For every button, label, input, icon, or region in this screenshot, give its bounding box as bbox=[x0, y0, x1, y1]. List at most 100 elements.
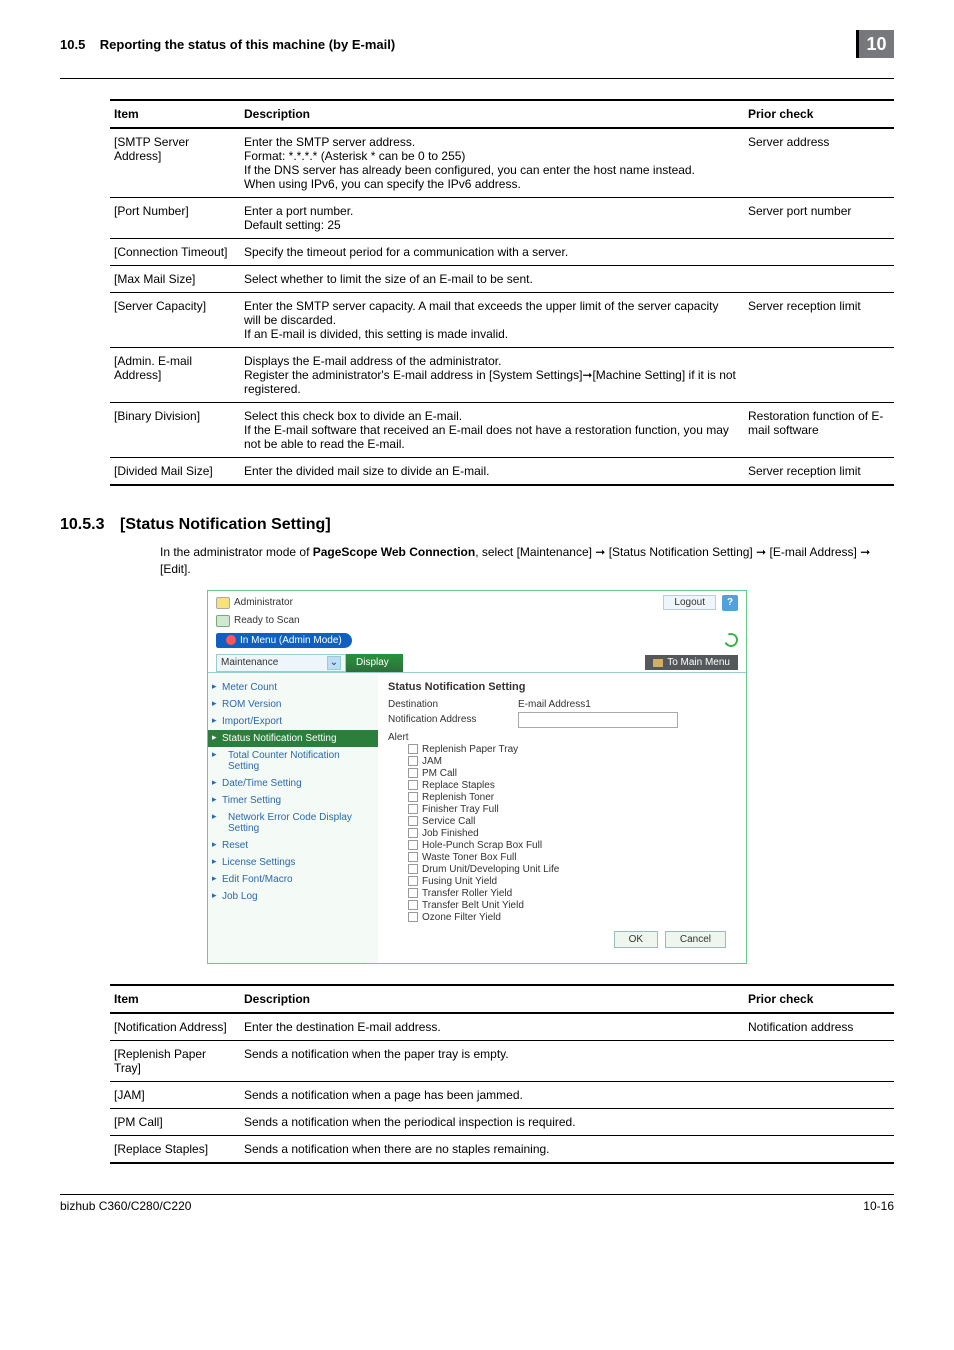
refresh-icon[interactable] bbox=[722, 631, 740, 649]
sidebar-item-import-export[interactable]: Import/Export bbox=[208, 713, 378, 730]
cell-item: [Port Number] bbox=[110, 198, 240, 239]
alert-label-text: Transfer Roller Yield bbox=[422, 888, 512, 899]
cell-desc: Sends a notification when there are no s… bbox=[240, 1135, 744, 1163]
checkbox[interactable] bbox=[408, 876, 418, 886]
checkbox[interactable] bbox=[408, 816, 418, 826]
mode-text: In Menu (Admin Mode) bbox=[240, 635, 342, 646]
checkbox[interactable] bbox=[408, 756, 418, 766]
notification-address-input[interactable] bbox=[518, 712, 678, 728]
alert-row: Replace Staples bbox=[388, 780, 736, 791]
th-desc: Description bbox=[240, 985, 744, 1013]
table-row: [Binary Division]Select this check box t… bbox=[110, 403, 894, 458]
help-icon[interactable]: ? bbox=[722, 595, 738, 611]
checkbox[interactable] bbox=[408, 852, 418, 862]
table-row: [SMTP Server Address]Enter the SMTP serv… bbox=[110, 128, 894, 198]
admin-role: Administrator bbox=[234, 597, 293, 608]
footer-model: bizhub C360/C280/C220 bbox=[60, 1199, 191, 1213]
checkbox[interactable] bbox=[408, 864, 418, 874]
alert-label-text: Finisher Tray Full bbox=[422, 804, 499, 815]
sidebar-item-meter-count[interactable]: Meter Count bbox=[208, 679, 378, 696]
ready-text: Ready to Scan bbox=[234, 615, 300, 626]
sidebar-item-total-counter[interactable]: Total Counter Notification Setting bbox=[208, 747, 378, 775]
th-item: Item bbox=[110, 100, 240, 128]
alert-label-text: Replace Staples bbox=[422, 780, 495, 791]
sidebar-item-license[interactable]: License Settings bbox=[208, 854, 378, 871]
sidebar-item-reset[interactable]: Reset bbox=[208, 837, 378, 854]
status-row: Ready to Scan bbox=[208, 611, 746, 631]
alert-row: Transfer Roller Yield bbox=[388, 888, 736, 899]
alert-row: Transfer Belt Unit Yield bbox=[388, 900, 736, 911]
mode-bar: In Menu (Admin Mode) bbox=[216, 633, 738, 648]
alert-row: Fusing Unit Yield bbox=[388, 876, 736, 887]
destination-label: Destination bbox=[388, 699, 518, 710]
cell-item: [Notification Address] bbox=[110, 1013, 240, 1041]
cell-item: [Replenish Paper Tray] bbox=[110, 1040, 240, 1081]
checkbox[interactable] bbox=[408, 912, 418, 922]
alert-label-text: JAM bbox=[422, 756, 442, 767]
checkbox[interactable] bbox=[408, 768, 418, 778]
section-body: In the administrator mode of PageScope W… bbox=[160, 544, 884, 578]
sidebar-item-job-log[interactable]: Job Log bbox=[208, 888, 378, 905]
alert-label-text: Drum Unit/Developing Unit Life bbox=[422, 864, 559, 875]
cell-item: [Binary Division] bbox=[110, 403, 240, 458]
menu-icon bbox=[653, 659, 663, 667]
alert-label: Alert bbox=[388, 732, 736, 743]
checkbox[interactable] bbox=[408, 888, 418, 898]
cell-prior bbox=[744, 1081, 894, 1108]
page-footer: bizhub C360/C280/C220 10-16 bbox=[60, 1199, 894, 1213]
sidebar-item-status-notification[interactable]: Status Notification Setting bbox=[208, 730, 378, 747]
table-row: [Notification Address]Enter the destinat… bbox=[110, 1013, 894, 1041]
th-item: Item bbox=[110, 985, 240, 1013]
display-tab[interactable]: Display bbox=[346, 654, 403, 672]
table-row: [Admin. E-mail Address]Displays the E-ma… bbox=[110, 348, 894, 403]
alert-label-text: Transfer Belt Unit Yield bbox=[422, 900, 524, 911]
table-row: [JAM]Sends a notification when a page ha… bbox=[110, 1081, 894, 1108]
email-address1-label: E-mail Address1 bbox=[518, 699, 591, 710]
header-rule bbox=[60, 78, 894, 79]
cell-desc: Specify the timeout period for a communi… bbox=[240, 239, 744, 266]
cell-prior: Server port number bbox=[744, 198, 894, 239]
notification-address-label: Notification Address bbox=[388, 714, 518, 725]
logout-button[interactable]: Logout bbox=[663, 595, 716, 610]
cell-prior bbox=[744, 1108, 894, 1135]
sidebar-item-edit-font[interactable]: Edit Font/Macro bbox=[208, 871, 378, 888]
checkbox[interactable] bbox=[408, 792, 418, 802]
cell-item: [Server Capacity] bbox=[110, 293, 240, 348]
checkbox[interactable] bbox=[408, 900, 418, 910]
table2-body: [Notification Address]Enter the destinat… bbox=[110, 1013, 894, 1163]
sidebar-item-timer[interactable]: Timer Setting bbox=[208, 792, 378, 809]
ok-button[interactable]: OK bbox=[614, 931, 658, 948]
checkbox[interactable] bbox=[408, 744, 418, 754]
cell-prior bbox=[744, 1135, 894, 1163]
alert-row: PM Call bbox=[388, 768, 736, 779]
cancel-button[interactable]: Cancel bbox=[665, 931, 726, 948]
admin-main: Status Notification Setting Destination … bbox=[378, 673, 746, 963]
sidebar-item-network-error[interactable]: Network Error Code Display Setting bbox=[208, 809, 378, 837]
table-row: [Server Capacity]Enter the SMTP server c… bbox=[110, 293, 894, 348]
cell-prior: Restoration function of E-mail software bbox=[744, 403, 894, 458]
to-main-menu-button[interactable]: To Main Menu bbox=[645, 655, 738, 670]
table1-body: [SMTP Server Address]Enter the SMTP serv… bbox=[110, 128, 894, 485]
cell-prior: Server address bbox=[744, 128, 894, 198]
table-row: [Divided Mail Size]Enter the divided mai… bbox=[110, 458, 894, 486]
maintenance-dropdown[interactable]: Maintenance ⌄ bbox=[216, 654, 346, 672]
cell-item: [JAM] bbox=[110, 1081, 240, 1108]
cell-item: [SMTP Server Address] bbox=[110, 128, 240, 198]
checkbox[interactable] bbox=[408, 780, 418, 790]
button-row: OK Cancel bbox=[388, 924, 736, 955]
th-prior: Prior check bbox=[744, 985, 894, 1013]
mode-pill: In Menu (Admin Mode) bbox=[216, 633, 352, 648]
alert-label-text: Service Call bbox=[422, 816, 475, 827]
admin-screenshot: Administrator Logout ? Ready to Scan In … bbox=[207, 590, 747, 964]
table-row: [PM Call]Sends a notification when the p… bbox=[110, 1108, 894, 1135]
checkbox[interactable] bbox=[408, 828, 418, 838]
alert-row: Waste Toner Box Full bbox=[388, 852, 736, 863]
checkbox[interactable] bbox=[408, 804, 418, 814]
sidebar-item-rom-version[interactable]: ROM Version bbox=[208, 696, 378, 713]
footer-rule bbox=[60, 1194, 894, 1195]
checkbox[interactable] bbox=[408, 840, 418, 850]
cell-desc: Enter the destination E-mail address. bbox=[240, 1013, 744, 1041]
sidebar-item-date-time[interactable]: Date/Time Setting bbox=[208, 775, 378, 792]
alert-label-text: Hole-Punch Scrap Box Full bbox=[422, 840, 542, 851]
mode-icon bbox=[226, 635, 236, 645]
